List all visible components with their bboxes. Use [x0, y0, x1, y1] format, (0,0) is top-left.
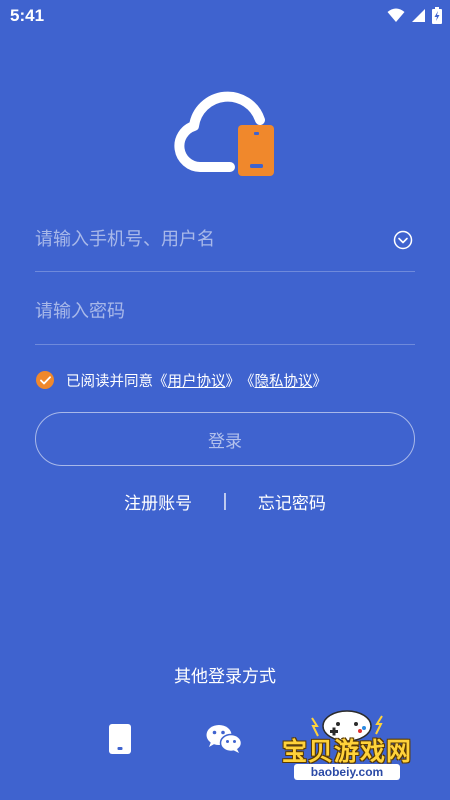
password-field[interactable] [35, 288, 415, 334]
username-input[interactable] [35, 216, 415, 262]
password-divider [35, 344, 415, 345]
chevron-down-icon[interactable] [393, 230, 413, 250]
wifi-icon [387, 8, 405, 22]
password-input[interactable] [35, 288, 415, 334]
signal-icon [412, 9, 425, 22]
login-button-label: 登录 [208, 431, 242, 452]
phone-login-icon[interactable] [108, 724, 132, 754]
other-login-title: 其他登录方式 [174, 667, 276, 687]
app-logo-icon [174, 91, 274, 176]
bracket-close: 》 [225, 373, 241, 390]
status-time: 5:41 [10, 6, 45, 25]
username-divider [35, 271, 415, 272]
login-button[interactable]: 登录 [35, 412, 415, 466]
register-link[interactable]: 注册账号 [124, 489, 192, 514]
status-bar: 5:41 [0, 0, 450, 32]
username-field[interactable] [35, 216, 415, 262]
forgot-password-link[interactable]: 忘记密码 [258, 489, 326, 514]
bracket-open: 《 [240, 373, 255, 390]
battery-icon [432, 7, 442, 24]
status-icons [387, 7, 442, 24]
agreement-checkbox[interactable] [36, 371, 54, 389]
privacy-agreement-link[interactable]: 隐私协议 [255, 370, 313, 391]
watermark: 宝贝游戏网 baobeiy.com [272, 706, 422, 786]
check-icon [39, 375, 51, 384]
links-separator: | [222, 491, 228, 511]
bracket-close: 》 [312, 373, 328, 390]
watermark-text: 宝贝游戏网 [281, 737, 412, 766]
account-links: 注册账号 | 忘记密码 [0, 488, 450, 514]
agreement-row: 已阅读并同意 《 用户协议 》 《 隐私协议 》 [36, 370, 327, 390]
watermark-url: baobeiy.com [294, 764, 400, 780]
user-agreement-link[interactable]: 用户协议 [168, 370, 226, 391]
bracket-open: 《 [153, 373, 168, 390]
wechat-login-icon[interactable] [206, 724, 242, 754]
agreement-text: 已阅读并同意 [66, 373, 153, 390]
